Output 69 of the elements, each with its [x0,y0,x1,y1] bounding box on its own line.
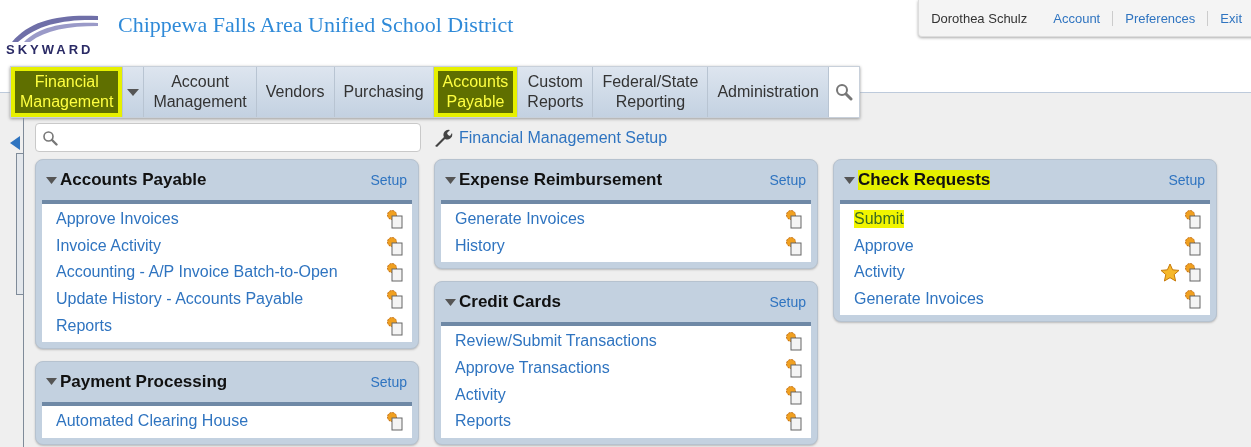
setup-link[interactable]: Setup [370,373,412,390]
star-icon[interactable] [1160,263,1180,282]
search-icon [834,83,853,101]
document-gear-icon[interactable] [785,358,803,379]
document-gear-icon[interactable] [1184,235,1202,256]
collapse-triangle-icon[interactable] [445,176,456,184]
panel-title: Credit Cards [459,292,563,313]
setup-link[interactable]: Setup [769,172,811,188]
document-gear-icon[interactable] [1184,209,1202,230]
module-tab[interactable]: Account Management [144,67,257,117]
menu-link[interactable]: Submit [854,210,904,229]
collapse-triangle-icon[interactable] [46,378,57,386]
menu-link[interactable]: Activity [455,385,781,404]
search-button[interactable] [828,67,859,117]
setup-link[interactable]: Setup [370,172,412,188]
menu-link[interactable]: History [455,236,781,255]
module-tab[interactable]: Custom Reports [518,67,594,117]
collapse-triangle-icon[interactable] [445,298,456,306]
caret-icon[interactable] [127,88,140,96]
document-gear-icon[interactable] [1184,289,1202,310]
logo-text: SKYWARD [6,42,95,58]
menu-link[interactable]: Update History - Accounts Payable [56,290,382,309]
document-gear-icon[interactable] [785,209,803,230]
menu-link[interactable]: Invoice Activity [56,236,382,255]
panel-title: Expense Reimbursement [459,170,664,190]
district-title: Chippewa Falls Area Unified School District [118,12,514,38]
user-link[interactable]: Preferences [1112,10,1208,26]
document-gear-icon[interactable] [785,331,803,352]
setup-link[interactable]: Setup [769,294,811,311]
document-gear-icon[interactable] [386,235,404,256]
setup-link[interactable]: Setup [1168,172,1210,188]
menu-link[interactable]: Approve Invoices [56,210,382,229]
menu-link[interactable]: Accounting - A/P Invoice Batch-to-Open [56,263,382,282]
search-icon [42,129,58,146]
menu-link[interactable]: Activity [854,263,1156,282]
menu-link[interactable]: Review/Submit Transactions [455,332,781,351]
menu-link[interactable]: Generate Invoices [854,290,1180,309]
module-tab[interactable]: Vendors [256,67,335,117]
collapse-triangle-icon[interactable] [46,176,57,184]
document-gear-icon[interactable] [386,289,404,310]
collapse-arrow-icon[interactable] [10,136,20,150]
panel-title: Check Requests [858,170,991,190]
collapse-triangle-icon[interactable] [844,176,855,184]
menu-link[interactable]: Reports [56,316,382,335]
document-gear-icon[interactable] [785,235,803,256]
panel-title: Payment Processing [60,371,229,392]
panel-title: Accounts Payable [60,170,208,190]
document-gear-icon[interactable] [386,262,404,283]
search-field[interactable] [35,123,421,152]
module-tab[interactable]: Administration [708,67,829,117]
document-gear-icon[interactable] [1184,262,1202,283]
menu-link[interactable]: Reports [455,412,781,431]
wrench-icon [433,127,453,148]
document-gear-icon[interactable] [386,411,404,432]
menu-link[interactable]: Generate Invoices [455,210,781,229]
menu-link[interactable]: Approve Transactions [455,359,781,378]
user-link[interactable]: Account [1041,10,1113,26]
setup-link[interactable]: Financial Management Setup [459,128,668,147]
user-link[interactable]: Exit [1207,10,1251,26]
document-gear-icon[interactable] [386,209,404,230]
module-tab[interactable]: Financial Management [11,67,124,117]
document-gear-icon[interactable] [785,384,803,405]
module-tab[interactable]: Purchasing [334,67,434,117]
module-tab[interactable]: Federal/State Reporting [593,67,709,117]
document-gear-icon[interactable] [785,411,803,432]
document-gear-icon[interactable] [386,315,404,336]
user-name: Dorothea Schulz [931,10,1029,26]
menu-link[interactable]: Approve [854,236,1180,255]
module-tab[interactable]: Accounts Payable [433,67,519,117]
